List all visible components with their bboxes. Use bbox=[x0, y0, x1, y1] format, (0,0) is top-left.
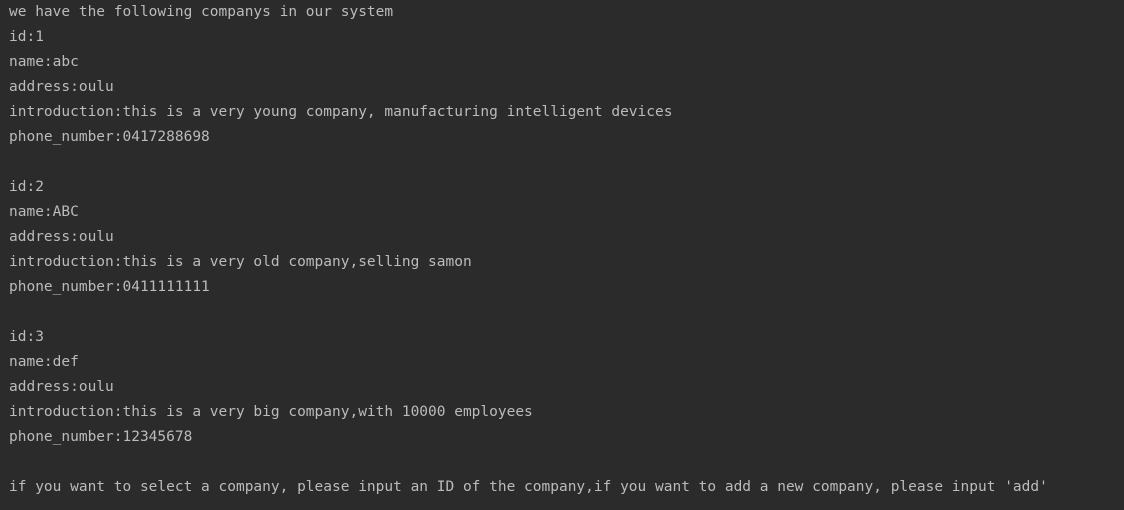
company-name: name:abc bbox=[9, 54, 79, 70]
company-introduction: introduction:this is a very big company,… bbox=[9, 404, 533, 420]
company-id: id:2 bbox=[9, 179, 44, 195]
company-address: address:oulu bbox=[9, 229, 114, 245]
company-name: name:ABC bbox=[9, 204, 79, 220]
company-id: id:1 bbox=[9, 29, 44, 45]
input-prompt: if you want to select a company, please … bbox=[9, 479, 1048, 495]
company-phone: phone_number:0411111111 bbox=[9, 279, 210, 295]
company-record: id:2 name:ABC address:oulu introduction:… bbox=[9, 175, 1124, 300]
console-output: we have the following companys in our sy… bbox=[0, 0, 1124, 510]
company-introduction: introduction:this is a very old company,… bbox=[9, 254, 472, 270]
header-line: we have the following companys in our sy… bbox=[9, 4, 394, 20]
company-introduction: introduction:this is a very young compan… bbox=[9, 104, 673, 120]
company-record: id:1 name:abc address:oulu introduction:… bbox=[9, 25, 1124, 150]
company-phone: phone_number:12345678 bbox=[9, 429, 193, 445]
company-address: address:oulu bbox=[9, 79, 114, 95]
company-record: id:3 name:def address:oulu introduction:… bbox=[9, 325, 1124, 450]
company-phone: phone_number:0417288698 bbox=[9, 129, 210, 145]
company-id: id:3 bbox=[9, 329, 44, 345]
company-address: address:oulu bbox=[9, 379, 114, 395]
company-name: name:def bbox=[9, 354, 79, 370]
